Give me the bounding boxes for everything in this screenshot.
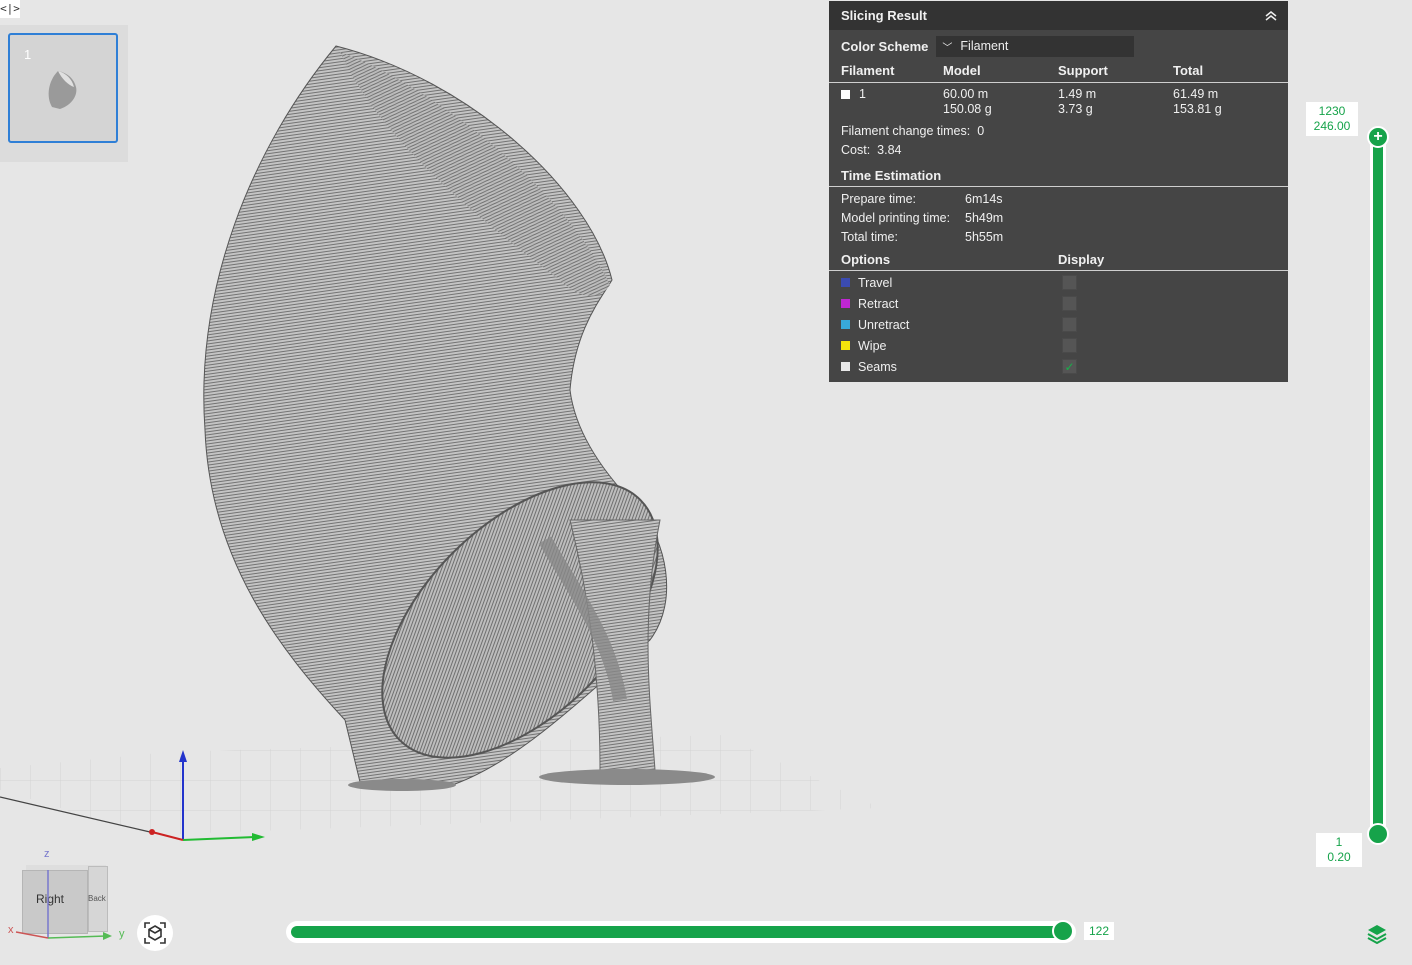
time-value: 6m14s xyxy=(965,192,1003,206)
option-label: Retract xyxy=(858,296,899,311)
top-layer-label: 1230 246.00 xyxy=(1306,102,1358,136)
plate-index: 1 xyxy=(24,47,32,62)
display-checkbox-travel[interactable] xyxy=(1062,275,1077,290)
display-checkbox-seams[interactable]: ✓ xyxy=(1062,359,1077,374)
total-weight: 153.81 g xyxy=(1173,102,1222,116)
plus-icon: + xyxy=(1373,128,1383,145)
panel-header[interactable]: Slicing Result xyxy=(829,1,1288,30)
chevron-double-up-icon[interactable] xyxy=(1264,10,1278,22)
model-length: 60.00 m xyxy=(943,87,989,101)
bottom-layer-number: 1 xyxy=(1335,835,1343,849)
bottom-layer-handle[interactable] xyxy=(1367,823,1389,845)
time-label: Prepare time: xyxy=(841,192,917,206)
top-layer-height: 246.00 xyxy=(1313,119,1351,133)
color-scheme-label: Color Scheme xyxy=(841,38,929,54)
total-length: 61.49 m xyxy=(1173,87,1219,101)
option-label-group: Travel xyxy=(841,276,1062,290)
option-row-travel: Travel xyxy=(829,272,1288,293)
option-color-swatch xyxy=(841,362,850,371)
col-model: Model xyxy=(943,63,981,78)
cost-value: 3.84 xyxy=(877,143,902,157)
option-label-group: Retract xyxy=(841,297,1062,311)
axis-y-label: y xyxy=(119,928,125,940)
option-color-swatch xyxy=(841,341,850,350)
time-estimation-heading: Time Estimation xyxy=(829,160,1288,187)
option-row-unretract: Unretract xyxy=(829,314,1288,335)
col-filament: Filament xyxy=(841,63,895,78)
filament-change-times: Filament change times: 0 xyxy=(829,122,1288,141)
option-row-retract: Retract xyxy=(829,293,1288,314)
axis-z-label: z xyxy=(44,848,50,860)
top-layer-number: 1230 xyxy=(1318,104,1346,118)
navigation-cube[interactable]: Right Back z x y xyxy=(6,848,130,948)
sliced-model-preview[interactable] xyxy=(203,45,715,807)
axis-x-label: x xyxy=(8,924,14,936)
option-label-group: Wipe xyxy=(841,339,1062,353)
panel-title: Slicing Result xyxy=(841,8,927,23)
chevron-down-icon: ﹀ xyxy=(942,42,953,54)
time-value: 5h55m xyxy=(965,230,1004,244)
time-row: Prepare time: 6m14s xyxy=(829,190,1288,209)
table-row: 1 60.00 m 150.08 g 1.49 m 3.73 g 61.49 m… xyxy=(829,83,1288,117)
display-heading: Display xyxy=(1058,252,1105,267)
options-heading: Options xyxy=(841,252,891,267)
display-checkbox-retract[interactable] xyxy=(1062,296,1077,311)
option-label: Wipe xyxy=(858,338,887,353)
support-length: 1.49 m xyxy=(1058,87,1097,101)
filament-change-value: 0 xyxy=(977,124,985,138)
cost-line: Cost: 3.84 xyxy=(829,141,1288,160)
time-value: 5h49m xyxy=(965,211,1004,225)
filament-swatch xyxy=(841,90,850,99)
col-support: Support xyxy=(1058,63,1108,78)
plate-list: 1 xyxy=(0,25,128,162)
time-row: Model printing time: 5h49m xyxy=(829,209,1288,228)
code-brackets-icon[interactable]: <|> xyxy=(0,0,20,18)
camera-fit-icon xyxy=(144,922,166,944)
time-row: Total time: 5h55m xyxy=(829,228,1288,247)
option-color-swatch xyxy=(841,320,850,329)
option-label: Seams xyxy=(858,359,897,374)
cube-axes xyxy=(15,870,112,940)
model-weight: 150.08 g xyxy=(943,102,992,116)
time-label: Total time: xyxy=(841,230,898,244)
move-slider-handle[interactable] xyxy=(1052,920,1074,942)
display-checkbox-unretract[interactable] xyxy=(1062,317,1077,332)
filament-table-header: Filament Model Support Total xyxy=(829,57,1288,83)
option-row-seams: Seams ✓ xyxy=(829,356,1288,377)
support-weight: 3.73 g xyxy=(1058,102,1093,116)
option-label-group: Unretract xyxy=(841,318,1062,332)
col-total: Total xyxy=(1173,63,1204,78)
color-scheme-dropdown[interactable]: ﹀ Filament xyxy=(936,35,1135,57)
display-checkbox-wipe[interactable] xyxy=(1062,338,1077,353)
color-scheme-value: Filament xyxy=(960,39,1009,53)
bottom-layer-label: 1 0.20 xyxy=(1316,833,1362,867)
option-label-group: Seams xyxy=(841,360,1062,374)
option-label: Travel xyxy=(858,275,893,290)
filament-id: 1 xyxy=(859,87,866,101)
filament-change-label: Filament change times: xyxy=(841,124,971,138)
move-slider-value: 122 xyxy=(1084,922,1114,940)
reset-view-button[interactable] xyxy=(137,915,173,951)
option-color-swatch xyxy=(841,299,850,308)
top-layer-handle[interactable]: + xyxy=(1367,126,1389,148)
cost-label: Cost: xyxy=(841,143,871,157)
model-thumbnail-icon xyxy=(48,71,77,109)
slicing-result-panel: Slicing Result Color Scheme ﹀ Filament F… xyxy=(829,1,1288,382)
option-color-swatch xyxy=(841,278,850,287)
time-label: Model printing time: xyxy=(841,211,951,225)
layer-slider-range xyxy=(1373,137,1383,834)
options-header: Options Display xyxy=(829,249,1288,271)
option-label: Unretract xyxy=(858,317,910,332)
move-slider-range xyxy=(291,926,1063,938)
options-list: Travel Retract Unretract Wipe Seams ✓ xyxy=(829,272,1288,377)
bottom-layer-height: 0.20 xyxy=(1327,850,1351,864)
layers-icon[interactable] xyxy=(1366,922,1388,944)
option-row-wipe: Wipe xyxy=(829,335,1288,356)
plate-thumbnail[interactable]: 1 xyxy=(8,33,118,143)
